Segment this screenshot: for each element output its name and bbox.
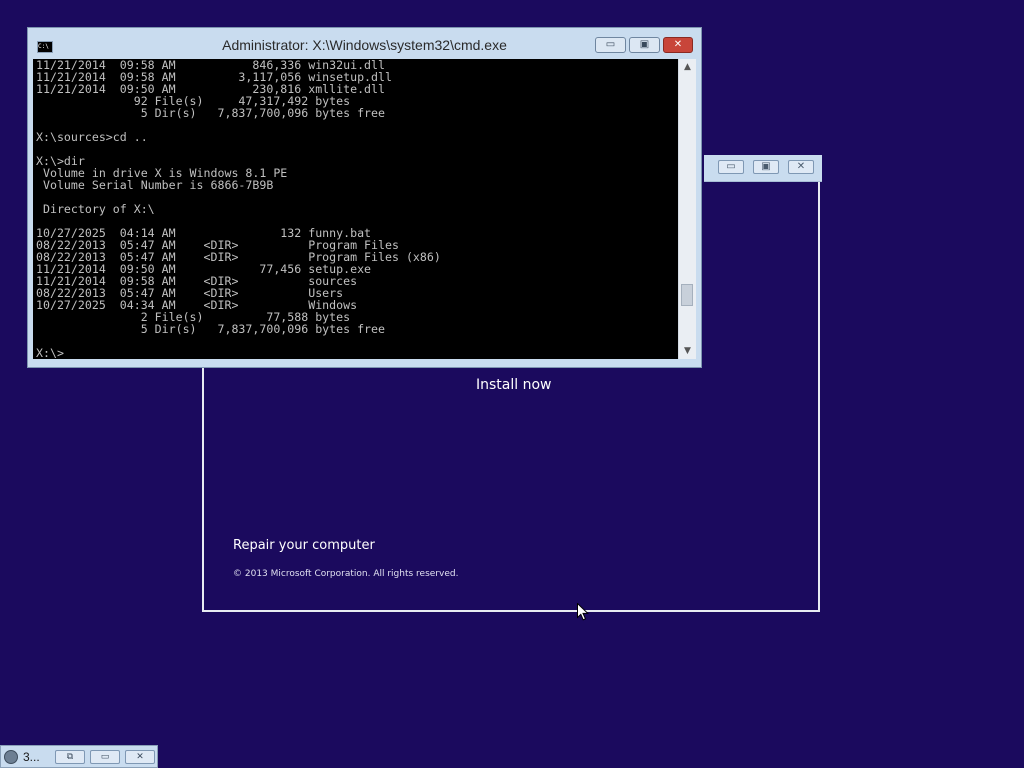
setup-titlebar: ▭ ▣ ✕ <box>704 155 822 182</box>
repair-computer-link[interactable]: Repair your computer <box>233 538 375 553</box>
console-scrollbar[interactable]: ▲ ▼ <box>678 59 696 359</box>
console-line: X:\> <box>36 346 64 359</box>
install-now-button[interactable]: Install now <box>476 377 551 393</box>
console-line: Volume Serial Number is 6866-7B9B <box>42 178 274 192</box>
setup-close-button[interactable]: ✕ <box>788 160 814 174</box>
mouse-cursor-icon <box>577 603 589 621</box>
setup-minimize-button[interactable]: ▭ <box>718 160 744 174</box>
scroll-up-arrow-icon[interactable]: ▲ <box>679 59 696 75</box>
console-text: 11/21/2014 09:58 AM 846,336 win32ui.dll … <box>33 59 678 359</box>
minimized-maximize-button[interactable]: ▭ <box>90 750 120 764</box>
minimized-restore-button[interactable]: ⧉ <box>55 750 85 764</box>
cmd-close-button[interactable]: ✕ <box>663 37 693 53</box>
copyright-text: © 2013 Microsoft Corporation. All rights… <box>233 569 459 579</box>
cmd-titlebar[interactable]: C:\ Administrator: X:\Windows\system32\c… <box>28 28 701 58</box>
desktop: ▭ ▣ ✕ Install now Repair your computer ©… <box>0 0 1024 768</box>
setup-restore-button[interactable]: ▣ <box>753 160 779 174</box>
console-line: 5 Dir(s) 7,837,700,096 bytes free <box>140 106 386 120</box>
minimized-close-button[interactable]: ✕ <box>125 750 155 764</box>
console-line: X:\sources>cd .. <box>36 130 148 144</box>
console-line: Directory of X:\ <box>42 202 155 216</box>
minimized-window-title: 3... <box>23 750 40 764</box>
minimized-app-icon <box>4 750 18 764</box>
scrollbar-thumb[interactable] <box>681 284 693 306</box>
cmd-minimize-button[interactable]: ▭ <box>595 37 626 53</box>
console-line: 5 Dir(s) 7,837,700,096 bytes free <box>140 322 386 336</box>
minimized-window[interactable]: 3... ⧉ ▭ ✕ <box>0 745 158 768</box>
scroll-down-arrow-icon[interactable]: ▼ <box>679 343 696 359</box>
cmd-window-controls: ▭ ▣ ✕ <box>592 37 693 54</box>
cmd-restore-button[interactable]: ▣ <box>629 37 660 53</box>
cmd-window: C:\ Administrator: X:\Windows\system32\c… <box>27 27 702 368</box>
console-output[interactable]: 11/21/2014 09:58 AM 846,336 win32ui.dll … <box>33 59 678 359</box>
